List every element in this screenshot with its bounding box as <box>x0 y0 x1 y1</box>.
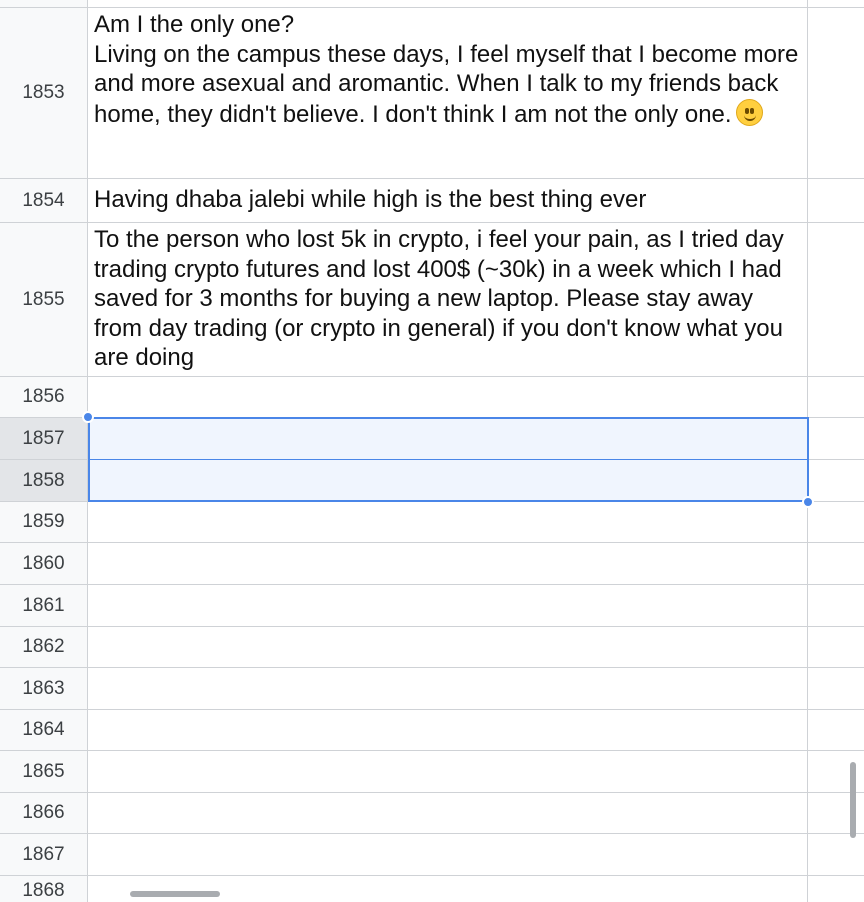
table-row: 1855 To the person who lost 5k in crypto… <box>0 223 864 377</box>
table-row: 1861 <box>0 585 864 627</box>
cell[interactable] <box>808 834 864 875</box>
cell[interactable] <box>88 793 808 833</box>
cell-selection-range[interactable] <box>88 417 809 502</box>
row-header[interactable] <box>0 0 88 7</box>
cell[interactable]: To the person who lost 5k in crypto, i f… <box>88 223 808 376</box>
selection-end-handle[interactable] <box>802 496 814 508</box>
cell[interactable] <box>808 223 864 376</box>
cell[interactable] <box>88 710 808 750</box>
cell[interactable] <box>808 8 864 178</box>
row-header[interactable]: 1859 <box>0 502 88 542</box>
row-header[interactable]: 1857 <box>0 418 88 459</box>
cell[interactable] <box>808 543 864 584</box>
cell[interactable] <box>808 460 864 501</box>
table-row: 1856 <box>0 377 864 418</box>
row-header[interactable]: 1854 <box>0 179 88 222</box>
row-header[interactable]: 1862 <box>0 627 88 667</box>
cell[interactable] <box>808 668 864 709</box>
row-header[interactable]: 1864 <box>0 710 88 750</box>
row-header[interactable]: 1861 <box>0 585 88 626</box>
cell[interactable] <box>808 179 864 222</box>
row-header[interactable]: 1855 <box>0 223 88 376</box>
row-header[interactable]: 1865 <box>0 751 88 792</box>
table-row: 1866 <box>0 793 864 834</box>
cell[interactable] <box>808 502 864 542</box>
row-header[interactable]: 1853 <box>0 8 88 178</box>
table-row: 1864 <box>0 710 864 751</box>
table-row: 1853 Am I the only one? Living on the ca… <box>0 8 864 179</box>
vertical-scrollbar[interactable] <box>850 762 856 838</box>
cell[interactable] <box>88 751 808 792</box>
cell[interactable] <box>88 543 808 584</box>
cell[interactable] <box>808 585 864 626</box>
cell[interactable] <box>88 0 808 7</box>
cell[interactable] <box>808 627 864 667</box>
table-row: 1865 <box>0 751 864 793</box>
horizontal-scrollbar[interactable] <box>130 891 220 897</box>
cell[interactable] <box>88 627 808 667</box>
cell[interactable] <box>88 876 808 902</box>
table-row: 1859 <box>0 502 864 543</box>
cell[interactable] <box>88 834 808 875</box>
cell[interactable] <box>88 502 808 542</box>
slightly-smiling-face-icon <box>735 98 763 126</box>
selection-start-handle[interactable] <box>82 411 94 423</box>
cell[interactable] <box>88 377 808 417</box>
row-header[interactable]: 1860 <box>0 543 88 584</box>
table-row: 1868 <box>0 876 864 902</box>
cell[interactable] <box>88 668 808 709</box>
cell-text: Am I the only one? Living on the campus … <box>94 11 799 128</box>
cell[interactable]: Am I the only one? Living on the campus … <box>88 8 808 178</box>
row-header[interactable]: 1866 <box>0 793 88 833</box>
partial-row-above <box>0 0 864 8</box>
table-row: 1863 <box>0 668 864 710</box>
table-row: 1854 Having dhaba jalebi while high is t… <box>0 179 864 223</box>
cell[interactable] <box>808 377 864 417</box>
cell[interactable] <box>808 876 864 902</box>
selection-divider <box>90 459 807 460</box>
table-row: 1867 <box>0 834 864 876</box>
row-header[interactable]: 1867 <box>0 834 88 875</box>
cell[interactable] <box>808 418 864 459</box>
row-header[interactable]: 1856 <box>0 377 88 417</box>
row-header[interactable]: 1868 <box>0 876 88 902</box>
table-row: 1862 <box>0 627 864 668</box>
cell[interactable] <box>808 710 864 750</box>
row-header[interactable]: 1858 <box>0 460 88 501</box>
row-header[interactable]: 1863 <box>0 668 88 709</box>
cell[interactable]: Having dhaba jalebi while high is the be… <box>88 179 808 222</box>
cell[interactable] <box>88 585 808 626</box>
table-row: 1860 <box>0 543 864 585</box>
